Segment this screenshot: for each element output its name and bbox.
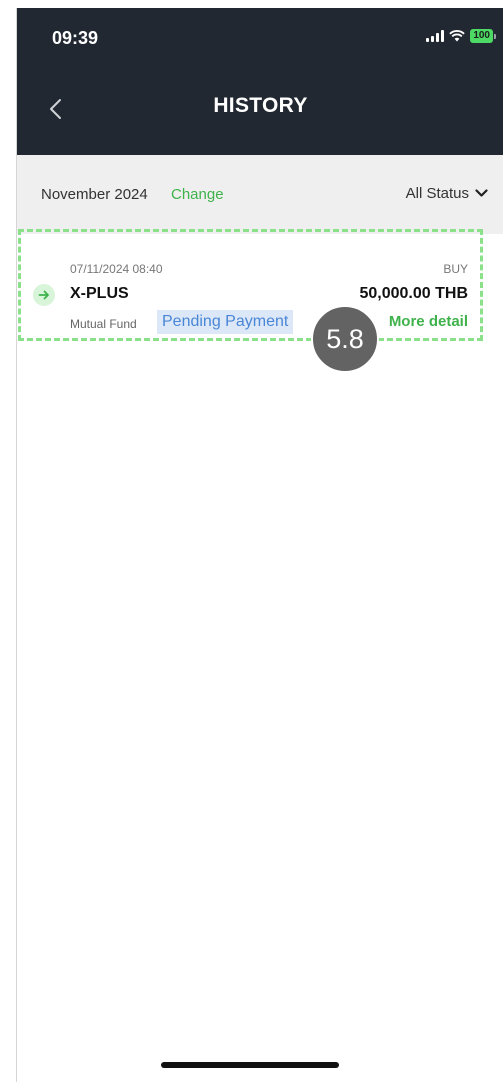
page-title: HISTORY (213, 94, 308, 117)
status-filter-dropdown[interactable]: All Status (406, 185, 488, 202)
status-bar-indicators: 100 (426, 29, 496, 43)
more-detail-link[interactable]: More detail (389, 313, 468, 330)
battery-icon: 100 (470, 29, 496, 43)
fund-name: X-PLUS (70, 285, 129, 302)
chevron-down-icon (475, 189, 488, 198)
fund-category: Mutual Fund (70, 317, 137, 331)
arrow-right-icon (33, 284, 55, 306)
home-indicator[interactable] (161, 1062, 339, 1068)
step-number-badge: 5.8 (311, 305, 379, 373)
status-badge: Pending Payment (157, 310, 294, 334)
transaction-type: BUY (443, 262, 468, 276)
change-month-link[interactable]: Change (171, 186, 224, 203)
transaction-amount: 50,000.00 THB (359, 285, 468, 302)
transaction-datetime: 07/11/2024 08:40 (70, 262, 163, 276)
month-label: November 2024 (41, 186, 148, 203)
status-filter-label: All Status (405, 185, 469, 202)
signal-icon (426, 30, 445, 42)
transaction-card[interactable]: 07/11/2024 08:40 BUY X-PLUS 50,000.00 TH… (18, 229, 483, 341)
app-header: 09:39 100 HISTORY (17, 8, 503, 155)
phone-screen: 09:39 100 HISTORY November 2024 Change A… (16, 8, 503, 1082)
wifi-icon (449, 30, 466, 42)
status-time: 09:39 (52, 28, 99, 48)
battery-level: 100 (470, 29, 493, 43)
filter-bar: November 2024 Change All Status (17, 155, 503, 234)
